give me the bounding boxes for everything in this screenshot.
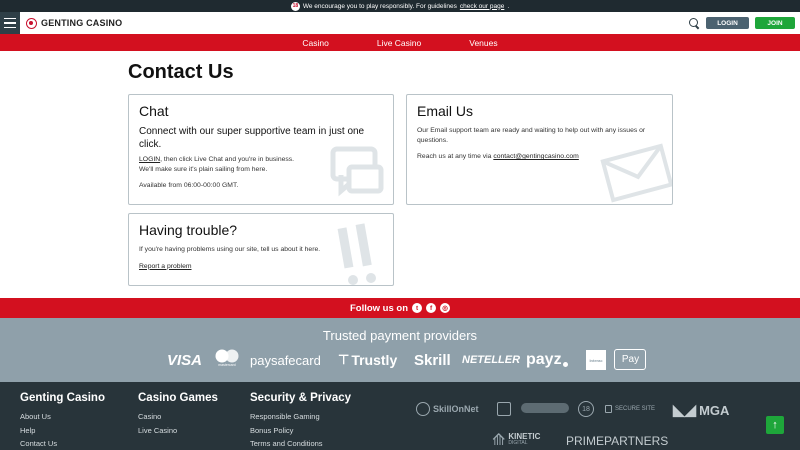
login-button[interactable]: LOGIN <box>706 17 749 29</box>
skrill-logo: Skrill <box>414 351 451 369</box>
footer-col-genting: Genting Casino About Us Help Contact Us <box>20 392 105 450</box>
payments-title: Trusted payment providers <box>322 328 478 343</box>
main-nav: Casino Live Casino Venues <box>0 34 800 51</box>
arrow-up-icon: ↑ <box>772 419 778 431</box>
footer-col2-title: Casino Games <box>138 392 218 404</box>
nav-venues[interactable]: Venues <box>469 38 497 48</box>
notice-period: . <box>507 2 510 10</box>
interac-logo: Interac <box>586 350 606 370</box>
email-address-link[interactable]: contact@gentingcasino.com <box>493 153 579 160</box>
footer-col-games: Casino Games Casino Live Casino <box>138 392 218 437</box>
skillonnet-icon <box>416 402 430 416</box>
footer-bonus-policy-link[interactable]: Bonus Policy <box>250 424 351 438</box>
paysafecard-logo: paysafecard <box>250 352 321 368</box>
footer-contact-link[interactable]: Contact Us <box>20 437 105 450</box>
age-18-icon: 18 <box>290 1 300 11</box>
trustly-logo: ⊤ Trustly <box>338 351 397 369</box>
apple-pay-label: Pay <box>621 354 640 365</box>
nav-live-casino[interactable]: Live Casino <box>377 38 421 48</box>
trustly-label: Trustly <box>351 352 398 368</box>
payz-dot-icon <box>562 361 568 367</box>
follow-label: Follow us on <box>349 302 409 314</box>
age-18-footer-icon: 18 <box>578 401 594 417</box>
gamcare-icon <box>497 402 511 416</box>
footer-about-link[interactable]: About Us <box>20 410 105 424</box>
chat-bubbles-icon <box>330 146 384 197</box>
responsible-gaming-bar: 18 We encourage you to play responsibly.… <box>0 0 800 12</box>
skillonnet-label: SkillOnNet <box>433 404 479 414</box>
footer-terms-link[interactable]: Terms and Conditions <box>250 437 351 450</box>
kinetic-mark-icon: ⟰ <box>492 432 506 449</box>
mastercard-circles-icon <box>215 349 239 363</box>
kinetic-sub-label: DIGITAL <box>508 440 528 446</box>
footer-col1-title: Genting Casino <box>20 392 105 404</box>
brand-logo[interactable]: GENTING CASINO <box>26 17 123 29</box>
payz-label: payz <box>526 351 562 368</box>
payz-logo: payz <box>526 351 568 369</box>
footer-live-casino-link[interactable]: Live Casino <box>138 424 218 438</box>
age-restriction-logo: 18 <box>578 401 594 417</box>
trouble-card: Having trouble? If you're having problem… <box>128 213 394 286</box>
join-button[interactable]: JOIN <box>755 17 795 29</box>
follow-bar: Follow us on t f ◎ <box>0 298 800 318</box>
guidelines-link[interactable]: check our page <box>460 3 504 10</box>
instagram-icon[interactable]: ◎ <box>440 303 451 313</box>
mga-label: MGA <box>699 402 730 418</box>
payment-providers: Trusted payment providers VISA mastercar… <box>0 318 800 382</box>
secure-site-logo: SECURE SITE <box>605 405 655 413</box>
kinetic-digital-logo: ⟰ KINETIC DIGITAL <box>492 430 540 450</box>
gamcare-logo <box>497 402 511 416</box>
email-title: Email Us <box>417 103 474 119</box>
envelope-icon <box>600 143 672 203</box>
trustly-mark-icon: ⊤ <box>338 352 350 367</box>
genting-logo-icon <box>26 17 37 29</box>
footer-responsible-gaming-link[interactable]: Responsible Gaming <box>250 410 351 424</box>
mastercard-logo: mastercard <box>214 349 240 367</box>
visa-logo: VISA <box>167 351 203 369</box>
footer: Genting Casino About Us Help Contact Us … <box>0 382 800 450</box>
footer-casino-link[interactable]: Casino <box>138 410 218 424</box>
nav-casino[interactable]: Casino <box>302 38 328 48</box>
mga-mark-icon: ◣◢ <box>673 402 697 419</box>
kinetic-label: KINETIC <box>508 432 541 441</box>
mastercard-label: mastercard <box>218 363 236 367</box>
footer-col3-title: Security & Privacy <box>250 392 352 404</box>
neteller-logo: NETELLER <box>462 354 521 366</box>
facebook-icon[interactable]: f <box>426 303 437 313</box>
footer-col-security: Security & Privacy Responsible Gaming Bo… <box>250 392 351 450</box>
chat-login-link[interactable]: LOGIN <box>139 156 160 163</box>
exclamation-icon <box>337 223 376 285</box>
apple-pay-logo: Pay <box>614 349 646 370</box>
responsible-notice: We encourage you to play responsibly. Fo… <box>302 2 457 10</box>
email-card: Email Us Our Email support team are read… <box>406 94 673 205</box>
gambling-commission-logo <box>521 403 569 413</box>
email-reach-prefix: Reach us at any time via <box>417 153 492 160</box>
chat-title: Chat <box>139 103 169 119</box>
back-to-top-button[interactable]: ↑ <box>766 416 784 434</box>
prime-partners-logo: PRIMEPARTNERS <box>566 434 669 448</box>
mga-logo: ◣◢ MGA <box>673 401 729 419</box>
skillonnet-logo: SkillOnNet <box>416 402 479 416</box>
page-title: Contact Us <box>128 61 234 83</box>
brand-name: GENTING CASINO <box>41 18 123 28</box>
header: GENTING CASINO LOGIN JOIN <box>0 12 800 34</box>
chat-card: Chat Connect with our super supportive t… <box>128 94 394 205</box>
lock-icon <box>605 405 612 413</box>
hamburger-menu-icon[interactable] <box>0 12 20 34</box>
footer-help-link[interactable]: Help <box>20 424 105 438</box>
chat-line1: , then click Live Chat and you're in bus… <box>160 156 295 163</box>
report-problem-link[interactable]: Report a problem <box>139 263 192 270</box>
search-icon[interactable] <box>689 17 700 29</box>
gambling-commission-icon <box>521 403 569 413</box>
twitter-icon[interactable]: t <box>412 303 423 313</box>
secure-site-label: SECURE SITE <box>615 406 656 412</box>
